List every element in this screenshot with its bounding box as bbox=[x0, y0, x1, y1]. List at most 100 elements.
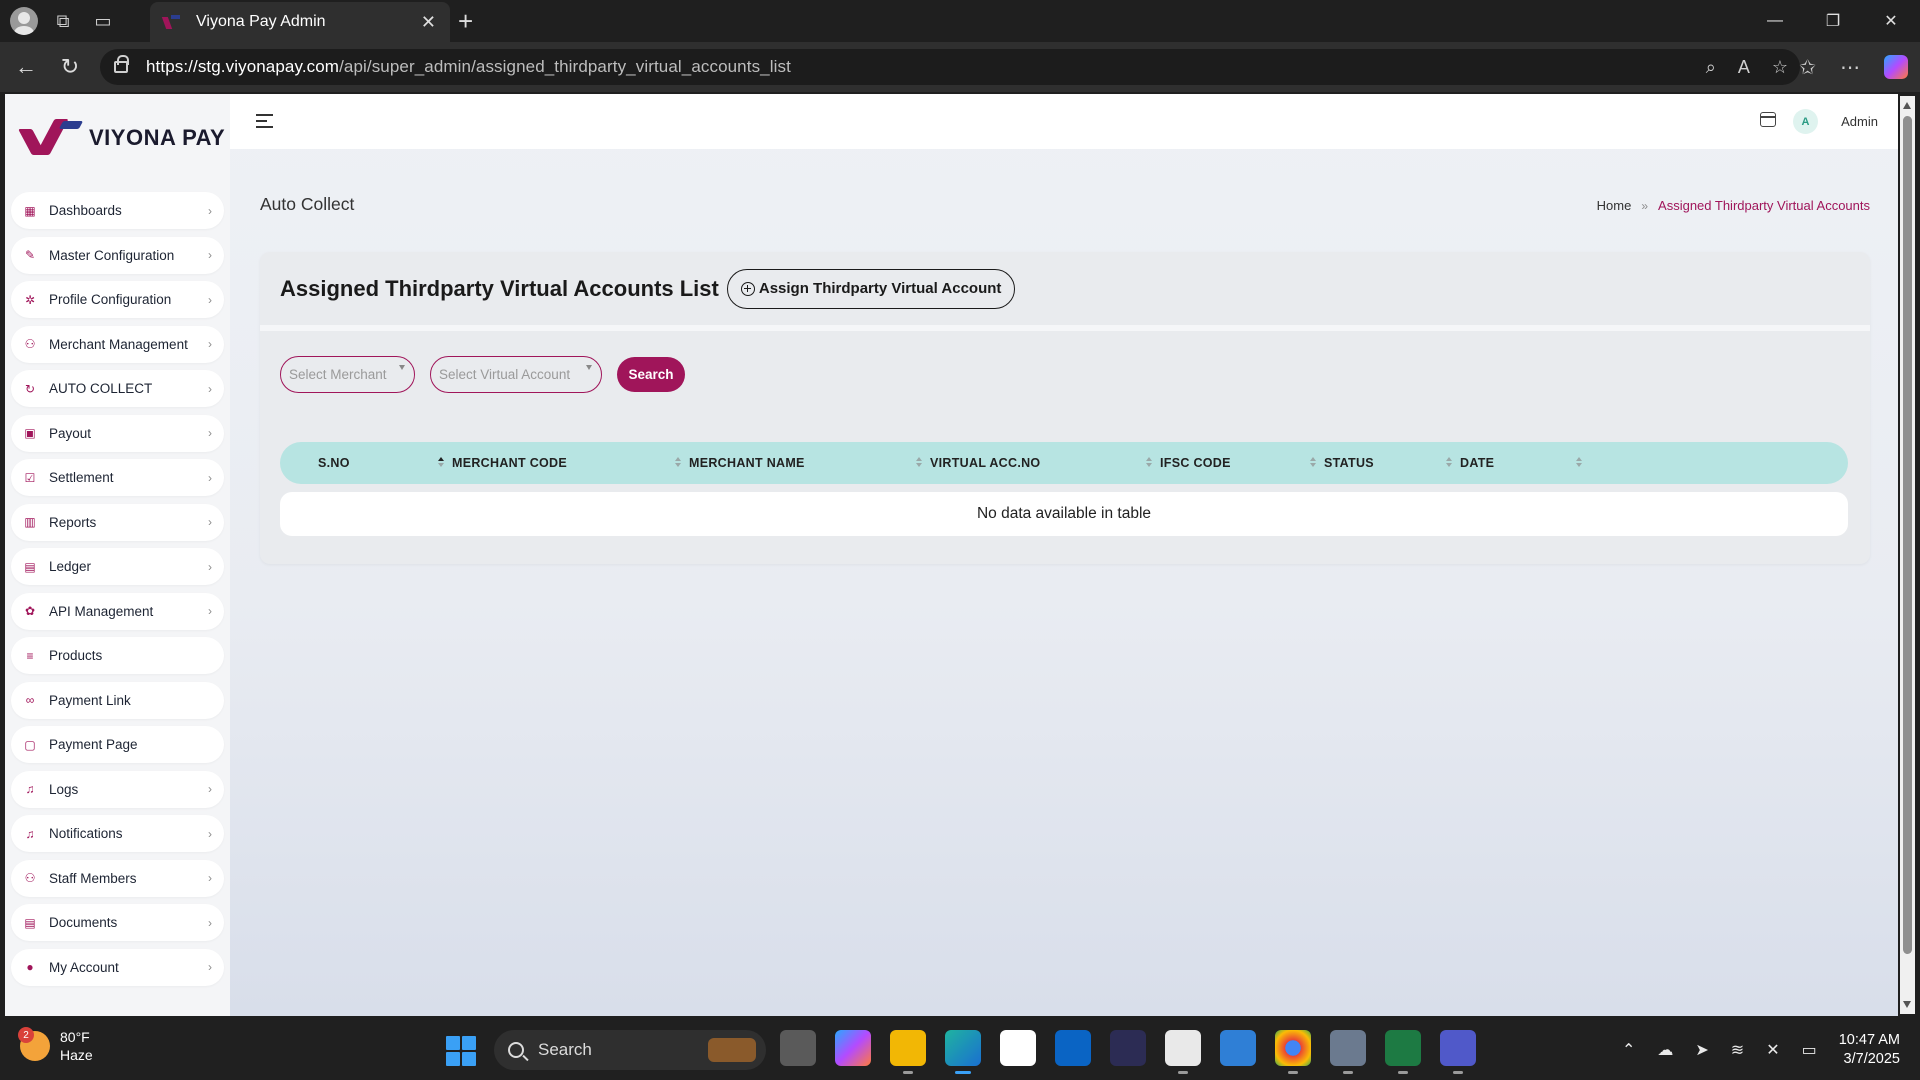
browser-tab-active[interactable]: Viyona Pay Admin ✕ bbox=[150, 2, 450, 42]
snipping-tool-icon[interactable] bbox=[1165, 1030, 1201, 1074]
caret-down-icon bbox=[399, 365, 405, 370]
sidebar-item-master-configuration[interactable]: ✎ Master Configuration › bbox=[11, 236, 224, 274]
sidebar-item-products[interactable]: ≡ Products bbox=[11, 637, 224, 674]
teams-icon[interactable] bbox=[1440, 1030, 1476, 1074]
read-aloud-icon[interactable]: A bbox=[1738, 57, 1750, 78]
file-explorer-icon[interactable] bbox=[890, 1030, 926, 1074]
chevron-right-icon: › bbox=[208, 826, 212, 841]
reload-icon[interactable]: ↻ bbox=[48, 54, 92, 80]
virtual-account-select[interactable]: Select Virtual Account bbox=[430, 356, 602, 393]
column-header-s-no[interactable]: S.NO bbox=[280, 442, 452, 484]
settings-app-icon[interactable] bbox=[1330, 1030, 1366, 1074]
minimize-icon[interactable]: — bbox=[1746, 0, 1804, 42]
location-icon[interactable]: ➤ bbox=[1695, 1040, 1708, 1060]
chrome-icon[interactable] bbox=[1275, 1030, 1311, 1074]
copilot-icon[interactable] bbox=[1884, 55, 1908, 79]
sort-icon bbox=[1446, 457, 1452, 469]
copilot-app-icon[interactable] bbox=[835, 1030, 871, 1066]
users-icon: ⚇ bbox=[24, 337, 36, 351]
weather-desc: Haze bbox=[60, 1047, 93, 1063]
scroll-down-icon[interactable] bbox=[1903, 1001, 1911, 1008]
notepad-icon[interactable] bbox=[1220, 1030, 1256, 1066]
sidebar-item-dashboards[interactable]: ▦ Dashboards › bbox=[11, 192, 224, 229]
zoom-icon[interactable]: ⌕ bbox=[1706, 57, 1716, 78]
sidebar-item-merchant-management[interactable]: ⚇ Merchant Management › bbox=[11, 325, 224, 363]
clock[interactable]: 10:47 AM 3/7/2025 bbox=[1839, 1031, 1900, 1069]
column-header-ifsc-code[interactable]: IFSC CODE bbox=[1160, 442, 1324, 484]
sidebar-item-label: Dashboards bbox=[49, 203, 122, 218]
sidebar-item-notifications[interactable]: ♫ Notifications › bbox=[11, 815, 224, 852]
onedrive-icon[interactable]: ☁ bbox=[1657, 1040, 1673, 1060]
sidebar-item-payment-page[interactable]: ▢ Payment Page bbox=[11, 726, 224, 763]
sidebar-item-my-account[interactable]: ● My Account › bbox=[11, 948, 224, 986]
assign-virtual-account-button[interactable]: Assign Thirdparty Virtual Account bbox=[726, 268, 1016, 309]
sidebar-item-logs[interactable]: ♫ Logs › bbox=[11, 770, 224, 808]
assign-button-label: Assign Thirdparty Virtual Account bbox=[758, 280, 1002, 297]
back-icon[interactable]: ← bbox=[4, 54, 48, 80]
hamburger-menu-icon[interactable] bbox=[256, 114, 273, 128]
sidebar-item-documents[interactable]: ▤ Documents › bbox=[11, 904, 224, 941]
avatar[interactable]: A bbox=[1793, 109, 1818, 134]
weather-icon: 2 bbox=[18, 1027, 50, 1061]
url-path: /api/super_admin/assigned_thirdparty_vir… bbox=[339, 57, 791, 76]
chevron-right-icon: › bbox=[208, 426, 212, 440]
column-header-date[interactable]: DATE bbox=[1460, 442, 1590, 484]
sort-icon bbox=[1576, 457, 1582, 469]
tab-actions-icon[interactable]: ▭ bbox=[88, 6, 118, 36]
sidebar-item-reports[interactable]: ▥ Reports › bbox=[11, 503, 224, 541]
breadcrumb: Home » Assigned Thirdparty Virtual Accou… bbox=[1597, 198, 1870, 213]
sidebar-item-payout[interactable]: ▣ Payout › bbox=[11, 414, 224, 452]
excel-icon[interactable] bbox=[1385, 1030, 1421, 1074]
sidebar-item-settlement[interactable]: ☑ Settlement › bbox=[11, 459, 224, 496]
chevron-right-icon: › bbox=[208, 292, 212, 307]
brand-logo[interactable]: VIYONA PAY bbox=[18, 114, 225, 162]
volume-muted-icon[interactable]: ✕ bbox=[1766, 1040, 1779, 1060]
scroll-up-icon[interactable] bbox=[1903, 102, 1911, 109]
wifi-icon[interactable]: ≋ bbox=[1731, 1040, 1744, 1060]
breadcrumb-home[interactable]: Home bbox=[1597, 198, 1632, 213]
browser-profile-icon[interactable] bbox=[10, 7, 38, 35]
column-header-merchant-code[interactable]: MERCHANT CODE bbox=[452, 442, 689, 484]
url-field[interactable]: https://stg.viyonapay.com/api/super_admi… bbox=[100, 49, 1800, 85]
sidebar-item-auto-collect[interactable]: ↻ AUTO COLLECT › bbox=[11, 370, 224, 407]
column-header-status[interactable]: STATUS bbox=[1324, 442, 1460, 484]
page-scrollbar[interactable] bbox=[1900, 96, 1915, 1014]
new-tab-icon[interactable]: + bbox=[458, 6, 473, 37]
edge-browser-icon[interactable] bbox=[945, 1030, 981, 1074]
sidebar-item-profile-configuration[interactable]: ✲ Profile Configuration › bbox=[11, 281, 224, 318]
windows-start-icon[interactable] bbox=[446, 1036, 476, 1066]
task-view-icon[interactable] bbox=[780, 1030, 816, 1066]
battery-icon[interactable]: ▭ bbox=[1802, 1040, 1817, 1060]
sidebar-item-ledger[interactable]: ▤ Ledger › bbox=[11, 548, 224, 585]
taskbar-search[interactable]: Search bbox=[494, 1030, 766, 1070]
microsoft-store-icon[interactable] bbox=[1000, 1030, 1036, 1066]
window-close-icon[interactable]: ✕ bbox=[1862, 0, 1920, 42]
breadcrumb-current: Assigned Thirdparty Virtual Accounts bbox=[1658, 198, 1870, 213]
chevron-up-icon[interactable]: ⌃ bbox=[1622, 1040, 1635, 1060]
column-header-virtual-acc-no[interactable]: VIRTUAL ACC.NO bbox=[930, 442, 1160, 484]
chevron-right-icon: › bbox=[208, 604, 212, 618]
merchant-select[interactable]: Select Merchant bbox=[280, 356, 415, 393]
accounts-card: Assigned Thirdparty Virtual Accounts Lis… bbox=[260, 252, 1870, 564]
column-header-merchant-name[interactable]: MERCHANT NAME bbox=[689, 442, 930, 484]
favorites-icon[interactable]: ✩ bbox=[1799, 55, 1816, 80]
user-name[interactable]: Admin bbox=[1841, 114, 1878, 129]
restore-icon[interactable]: ❐ bbox=[1804, 0, 1862, 42]
caret-down-icon bbox=[586, 365, 592, 370]
sidebar-item-payment-link[interactable]: ∞ Payment Link bbox=[11, 681, 224, 719]
favorite-star-icon[interactable]: ☆ bbox=[1772, 57, 1788, 78]
sidebar-item-staff-members[interactable]: ⚇ Staff Members › bbox=[11, 859, 224, 897]
outlook-icon[interactable] bbox=[1055, 1030, 1091, 1066]
column-header-label: MERCHANT NAME bbox=[689, 456, 805, 470]
workspaces-icon[interactable]: ⧉ bbox=[48, 6, 78, 36]
scrollbar-thumb[interactable] bbox=[1903, 116, 1912, 954]
more-menu-icon[interactable]: ⋯ bbox=[1840, 55, 1860, 80]
sidebar-item-api-management[interactable]: ✿ API Management › bbox=[11, 592, 224, 630]
weather-widget[interactable]: 2 80°F Haze bbox=[18, 1027, 93, 1064]
eclipse-icon[interactable] bbox=[1110, 1030, 1146, 1066]
sidebar-item-label: My Account bbox=[49, 959, 119, 975]
tab-close-icon[interactable]: ✕ bbox=[421, 12, 436, 33]
calendar-icon[interactable] bbox=[1760, 112, 1776, 127]
search-button[interactable]: Search bbox=[617, 357, 685, 392]
sidebar: VIYONA PAY ▦ Dashboards › ✎ Master Configura… bbox=[5, 94, 230, 1016]
